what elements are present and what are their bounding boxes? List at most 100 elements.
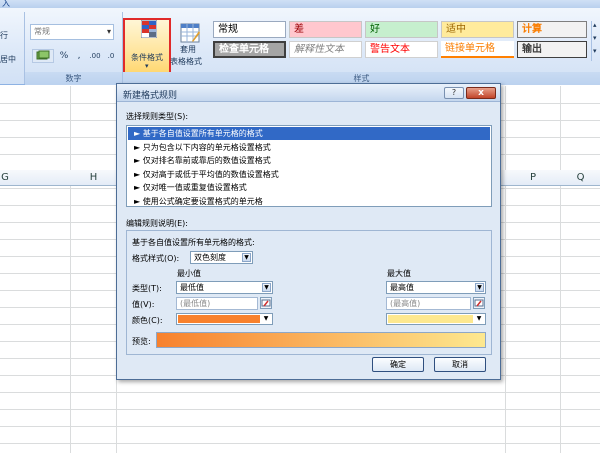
rule-type-item[interactable]: ► 只为包含以下内容的单元格设置格式 bbox=[128, 141, 490, 154]
column-q[interactable]: Q bbox=[561, 170, 600, 186]
currency-icon bbox=[36, 50, 50, 60]
currency-button[interactable] bbox=[32, 49, 54, 63]
chevron-down-icon: ▼ bbox=[476, 315, 482, 322]
max-type-select[interactable]: 最高值 ▼ bbox=[386, 281, 486, 294]
rule-type-item[interactable]: ► 仅对高于或低于平均值的数值设置格式 bbox=[128, 168, 490, 181]
style-good[interactable]: 好 bbox=[365, 21, 438, 38]
style-neutral[interactable]: 适中 bbox=[441, 21, 514, 38]
min-range-picker-button[interactable] bbox=[260, 297, 272, 309]
rule-type-label: 使用公式确定要设置格式的单元格 bbox=[142, 196, 263, 206]
chevron-down-icon: ▼ bbox=[262, 283, 271, 292]
min-color-picker[interactable]: ▼ bbox=[176, 313, 273, 325]
arrow-right-icon: ► bbox=[134, 169, 143, 179]
arrow-right-icon: ► bbox=[134, 156, 143, 165]
type-label: 类型(T): bbox=[132, 284, 162, 293]
arrow-right-icon: ► bbox=[134, 142, 143, 152]
range-select-icon bbox=[261, 299, 271, 307]
style-explanatory[interactable]: 解释性文本 bbox=[289, 41, 362, 58]
rule-type-item[interactable]: ► 使用公式确定要设置格式的单元格 bbox=[128, 195, 490, 208]
chevron-down-icon: ▾ bbox=[593, 34, 597, 42]
rule-type-label: 仅对唯一值或重复值设置格式 bbox=[142, 183, 247, 192]
min-color-swatch bbox=[178, 315, 260, 323]
cancel-button[interactable]: 取消 bbox=[434, 357, 486, 372]
style-bad[interactable]: 差 bbox=[289, 21, 362, 38]
max-value-input[interactable]: (最高值) bbox=[386, 297, 471, 310]
value-label: 值(V): bbox=[132, 300, 155, 309]
rule-type-label: 仅对高于或低于平均值的数值设置格式 bbox=[142, 169, 279, 179]
column-h[interactable]: H bbox=[71, 170, 116, 186]
max-type-value: 最高值 bbox=[390, 283, 414, 292]
range-select-icon bbox=[474, 299, 484, 307]
close-button[interactable]: x bbox=[466, 87, 496, 99]
help-button[interactable]: ? bbox=[444, 87, 464, 99]
column-p[interactable]: P bbox=[506, 170, 560, 186]
min-label: 最小值 bbox=[177, 269, 201, 278]
rule-type-item[interactable]: ► 仅对排名靠前或靠后的数值设置格式 bbox=[128, 154, 490, 167]
color-label: 颜色(C): bbox=[132, 316, 163, 325]
table-format-icon bbox=[180, 23, 200, 43]
column-g[interactable]: G bbox=[0, 170, 10, 186]
rule-type-label: 选择规则类型(S): bbox=[126, 112, 189, 121]
style-normal[interactable]: 常规 bbox=[213, 21, 286, 38]
chevron-down-icon: ▾ bbox=[145, 62, 149, 70]
max-label: 最大值 bbox=[387, 269, 411, 278]
align-label: 行 bbox=[0, 31, 8, 40]
rule-type-label: 基于各自值设置所有单元格的格式 bbox=[142, 129, 263, 138]
more-icon: ▾ bbox=[593, 47, 597, 55]
rule-type-label: 只为包含以下内容的单元格设置格式 bbox=[142, 142, 271, 152]
style-warning[interactable]: 警告文本 bbox=[365, 41, 438, 58]
max-color-picker[interactable]: ▼ bbox=[386, 313, 486, 325]
style-check-cell[interactable]: 检查单元格 bbox=[213, 41, 286, 58]
min-type-value: 最低值 bbox=[180, 283, 204, 292]
grid-line bbox=[0, 426, 600, 427]
min-type-select[interactable]: 最低值 ▼ bbox=[176, 281, 273, 294]
arrow-right-icon: ► bbox=[134, 196, 143, 206]
chevron-down-icon: ▼ bbox=[475, 283, 484, 292]
grid-line bbox=[70, 86, 71, 453]
color-scale-preview bbox=[156, 332, 486, 348]
decrease-decimal-button[interactable]: .0 bbox=[104, 49, 118, 63]
rule-type-item[interactable]: ► 仅对唯一值或重复值设置格式 bbox=[128, 181, 490, 194]
grid-line bbox=[560, 86, 561, 453]
grid-line bbox=[0, 443, 600, 444]
edit-heading: 基于各自值设置所有单元格的格式: bbox=[132, 238, 255, 247]
table-format-line2[interactable]: 表格格式 bbox=[170, 56, 202, 67]
edit-rule-label: 编辑规则说明(E): bbox=[126, 219, 188, 228]
rule-type-list[interactable]: ► 基于各自值设置所有单元格的格式 ► 只为包含以下内容的单元格设置格式 ► 仅对排… bbox=[126, 125, 492, 207]
dialog-title-bar[interactable]: 新建格式规则 ? x bbox=[117, 84, 500, 102]
grid-line bbox=[0, 409, 600, 410]
style-calc[interactable]: 计算 bbox=[517, 21, 587, 38]
rule-type-item[interactable]: ► 基于各自值设置所有单元格的格式 bbox=[128, 127, 490, 140]
max-range-picker-button[interactable] bbox=[473, 297, 485, 309]
chevron-down-icon: ▼ bbox=[242, 253, 251, 262]
dialog-title: 新建格式规则 bbox=[123, 91, 178, 101]
conditional-format-icon bbox=[141, 20, 157, 38]
title-bar: 入 bbox=[0, 0, 600, 8]
number-group-label: 数字 bbox=[25, 72, 122, 85]
style-linked-cell[interactable]: 链接单元格 bbox=[441, 41, 514, 58]
ok-button[interactable]: 确定 bbox=[372, 357, 424, 372]
format-style-value: 双色刻度 bbox=[194, 253, 226, 262]
max-color-swatch bbox=[388, 315, 473, 323]
rule-type-label: 仅对排名靠前或靠后的数值设置格式 bbox=[142, 156, 271, 165]
number-format-select[interactable]: 常规 bbox=[30, 24, 114, 40]
preview-label: 预览: bbox=[132, 337, 151, 346]
format-style-select[interactable]: 双色刻度 ▼ bbox=[190, 251, 253, 264]
grid-line bbox=[505, 86, 506, 453]
chevron-down-icon: ▼ bbox=[263, 315, 269, 322]
percent-button[interactable]: % bbox=[58, 49, 70, 63]
min-value-input[interactable]: (最低值) bbox=[176, 297, 258, 310]
table-format-line1[interactable]: 套用 bbox=[180, 44, 196, 55]
style-output[interactable]: 输出 bbox=[517, 41, 587, 58]
grid-line bbox=[0, 392, 600, 393]
increase-decimal-button[interactable]: .00 bbox=[88, 49, 102, 63]
comma-button[interactable]: , bbox=[74, 49, 84, 63]
format-style-label: 格式样式(O): bbox=[132, 254, 180, 263]
ribbon: 行 居中 常规 % , .00 .0 数字 条件格式 ▾ 套用 表格格式 常规 … bbox=[0, 8, 600, 85]
new-format-rule-dialog: 新建格式规则 ? x 选择规则类型(S): ► 基于各自值设置所有单元格的格式 ►… bbox=[116, 83, 501, 380]
chevron-up-icon: ▴ bbox=[593, 21, 597, 29]
arrow-right-icon: ► bbox=[134, 129, 143, 138]
arrow-right-icon: ► bbox=[134, 183, 143, 192]
gallery-scroll[interactable]: ▴ ▾ ▾ bbox=[591, 21, 600, 61]
center-label[interactable]: 居中 bbox=[0, 54, 16, 65]
